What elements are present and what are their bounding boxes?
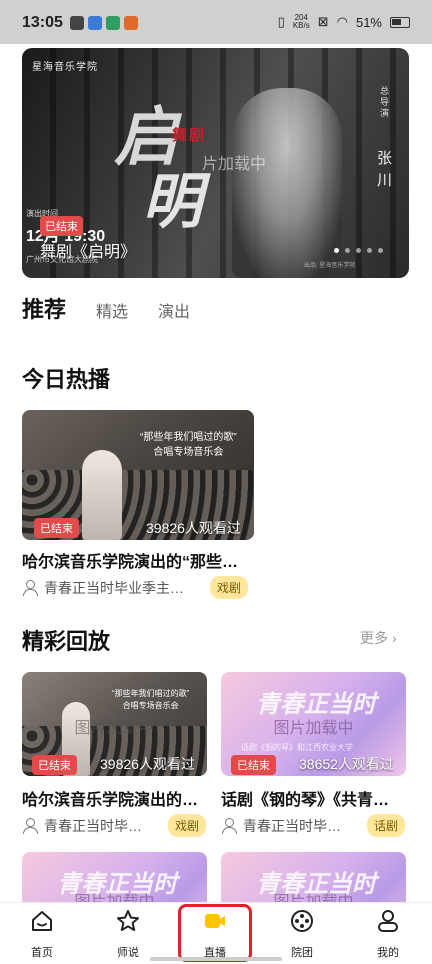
tiktok-icon bbox=[70, 16, 84, 30]
banner-caption: 舞剧《启明》 bbox=[40, 244, 137, 261]
app-notification-icon bbox=[88, 16, 102, 30]
banner-title-char-2: 明 bbox=[142, 167, 202, 237]
replay-meta: 青春正当时毕… 话剧 bbox=[221, 814, 406, 837]
more-label: 更多 bbox=[360, 630, 388, 646]
tab-recommend[interactable]: 推荐 bbox=[22, 292, 66, 324]
home-indicator[interactable] bbox=[150, 957, 282, 961]
poster-line-1: “那些年我们唱过的歌” bbox=[112, 689, 190, 698]
hot-card-title[interactable]: 哈尔滨音乐学院演出的“那些… bbox=[22, 548, 262, 572]
image-loading-text: 图片加载中 bbox=[273, 720, 354, 737]
nav-label: 我的 bbox=[377, 947, 399, 959]
view-count: 38652人观看过 bbox=[299, 756, 394, 772]
net-speed: 204 KB/s bbox=[293, 14, 310, 30]
hot-card-thumbnail[interactable]: “那些年我们唱过的歌” 合唱专场音乐会 已结束 39826人观看过 bbox=[22, 410, 254, 540]
author-name: 青春正当时毕业季主… bbox=[44, 579, 184, 596]
view-count: 39826人观看过 bbox=[146, 520, 241, 536]
carousel-dot[interactable] bbox=[378, 248, 383, 253]
replay-thumbnail[interactable]: 青春正当时 图片加载中 话剧《钢的琴》和江西农业大学 已结束 38652人观看过 bbox=[221, 672, 406, 776]
poster-line-1: “那些年我们唱过的歌” bbox=[140, 432, 237, 443]
replay-title[interactable]: 哈尔滨音乐学院演出的… bbox=[22, 786, 212, 810]
battery-percent: 51% bbox=[355, 14, 382, 30]
author-name: 青春正当时毕… bbox=[243, 817, 341, 834]
film-reel-icon bbox=[291, 910, 313, 932]
banner-genre: 舞剧 bbox=[172, 127, 207, 144]
nav-item-teacher-talk[interactable]: 师说 bbox=[98, 909, 158, 960]
net-speed-unit: KB/s bbox=[292, 21, 310, 30]
star-icon bbox=[117, 910, 139, 931]
replay-meta: 青春正当时毕… 戏剧 bbox=[22, 814, 207, 837]
replay-title[interactable]: 话剧《钢的琴》《共青… bbox=[221, 786, 411, 810]
close-box-icon: ⊠ bbox=[317, 14, 329, 29]
poster-line-2: 合唱专场音乐会 bbox=[122, 701, 179, 710]
image-loading-text: 片加载中 bbox=[202, 156, 267, 173]
genre-tag: 戏剧 bbox=[168, 814, 207, 837]
vibrate-icon: ▯ bbox=[277, 14, 285, 29]
hero-banner[interactable]: 星海音乐学院 启 明 舞剧 总导演 张川 片加载中 演出时间 12月 19:30… bbox=[22, 48, 409, 278]
live-tab-highlight bbox=[178, 904, 252, 962]
school-logo: 星海音乐学院 bbox=[32, 62, 98, 73]
hot-card-meta: 青春正当时毕业季主… 戏剧 bbox=[22, 576, 249, 599]
status-badge: 已结束 bbox=[231, 755, 276, 775]
image-loading-text: 图片加载中 bbox=[74, 720, 155, 737]
conductor-figure bbox=[82, 450, 122, 540]
director-label: 总导演 bbox=[380, 86, 390, 118]
genre-tag: 戏剧 bbox=[210, 576, 249, 599]
genre-tag: 话剧 bbox=[367, 814, 406, 837]
profile-icon bbox=[378, 910, 398, 932]
poster-text: “那些年我们唱过的歌” 合唱专场音乐会 bbox=[112, 688, 189, 712]
tab-featured[interactable]: 精选 bbox=[96, 298, 128, 322]
status-badge: 已结束 bbox=[32, 755, 77, 775]
nav-item-profile[interactable]: 我的 bbox=[358, 909, 418, 960]
user-icon bbox=[22, 579, 38, 596]
section-title-today-hot: 今日热播 bbox=[22, 367, 111, 392]
poster-subtext: 话剧《钢的琴》和江西农业大学 bbox=[241, 743, 353, 752]
status-bar: 13:05 ▯ 204 KB/s ⊠ ◠ 51% bbox=[0, 0, 432, 44]
nav-item-home[interactable]: 首页 bbox=[12, 909, 72, 960]
nav-label: 师说 bbox=[117, 947, 139, 959]
carousel-dot[interactable] bbox=[367, 248, 372, 253]
app-notification-icon bbox=[106, 16, 120, 30]
nav-label: 首页 bbox=[31, 947, 53, 959]
home-icon bbox=[32, 911, 52, 931]
status-right: ▯ 204 KB/s ⊠ ◠ 51% bbox=[278, 14, 410, 30]
carousel-dot[interactable] bbox=[356, 248, 361, 253]
wifi-icon: ◠ bbox=[336, 14, 348, 29]
tab-performance[interactable]: 演出 bbox=[158, 298, 190, 322]
chevron-right-icon: › bbox=[392, 630, 397, 646]
director-name: 张川 bbox=[377, 150, 393, 189]
status-badge: 已结束 bbox=[34, 518, 79, 538]
carousel-dots bbox=[334, 248, 383, 253]
category-tabs: 推荐 精选 演出 bbox=[22, 292, 190, 324]
carousel-dot[interactable] bbox=[334, 248, 339, 253]
author-name: 青春正当时毕… bbox=[44, 817, 142, 834]
replay-thumbnail[interactable]: “那些年我们唱过的歌” 合唱专场音乐会 图片加载中 已结束 39826人观看过 bbox=[22, 672, 207, 776]
status-badge: 已结束 bbox=[40, 216, 83, 236]
notification-icons bbox=[70, 16, 138, 30]
carousel-dot[interactable] bbox=[345, 248, 350, 253]
poster-line-2: 合唱专场音乐会 bbox=[153, 447, 224, 458]
user-icon bbox=[22, 817, 38, 834]
weibo-icon bbox=[124, 16, 138, 30]
more-link[interactable]: 更多 › bbox=[360, 628, 397, 648]
banner-figure-image bbox=[232, 88, 342, 278]
view-count: 39826人观看过 bbox=[100, 756, 195, 772]
section-title-replays: 精彩回放 bbox=[22, 629, 111, 654]
banner-credits: 出品: 星海音乐学院 bbox=[304, 263, 356, 269]
status-time: 13:05 bbox=[22, 14, 63, 31]
nav-item-troupe[interactable]: 院团 bbox=[272, 909, 332, 960]
battery-icon bbox=[390, 16, 410, 28]
user-icon bbox=[221, 817, 237, 834]
poster-text: “那些年我们唱过的歌” 合唱专场音乐会 bbox=[140, 430, 237, 460]
